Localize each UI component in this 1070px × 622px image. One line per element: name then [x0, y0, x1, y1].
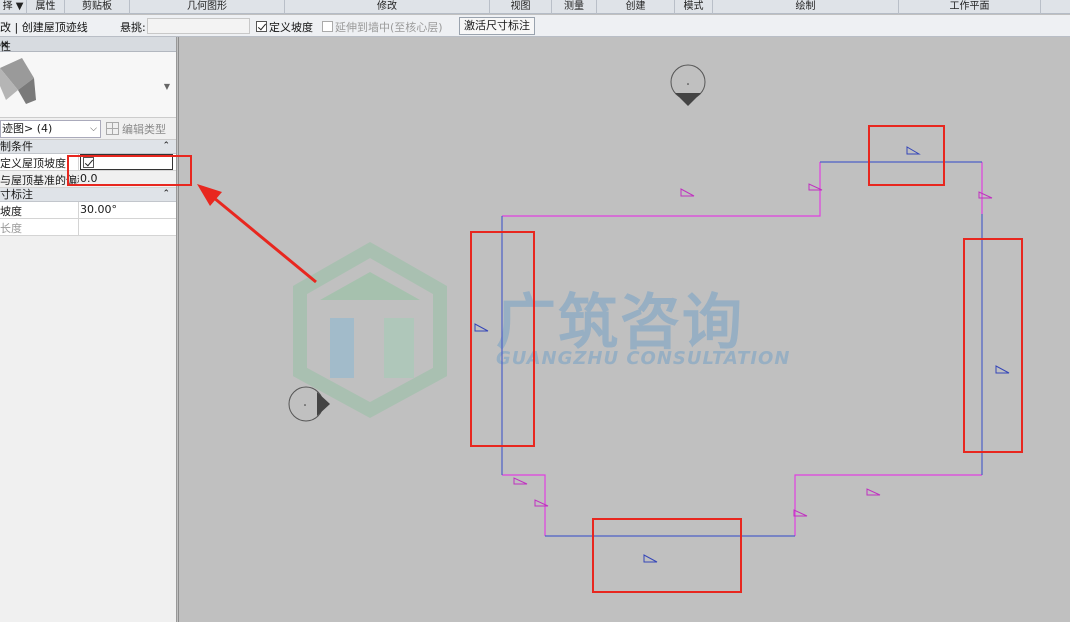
red-arrow-icon — [197, 184, 317, 284]
highlight-right — [963, 238, 1023, 453]
elevation-marker-icon[interactable] — [288, 386, 330, 422]
slope-symbol-icon[interactable] — [995, 365, 1010, 374]
slope-symbol-icon[interactable] — [978, 191, 993, 199]
slope-symbol-icon[interactable] — [534, 499, 549, 507]
highlight-define-slope — [67, 155, 192, 186]
roof-sketch-lines-blue[interactable] — [501, 161, 983, 537]
slope-symbol-icon[interactable] — [680, 188, 695, 197]
elevation-marker-icon[interactable] — [670, 64, 706, 106]
highlight-top — [868, 125, 945, 186]
slope-symbol-icon[interactable] — [643, 554, 658, 563]
slope-symbol-icon[interactable] — [474, 323, 489, 332]
slope-symbol-icon[interactable] — [906, 146, 921, 155]
slope-symbol-icon[interactable] — [866, 488, 881, 496]
slope-symbol-icon[interactable] — [793, 509, 808, 517]
roof-sketch-lines-magenta[interactable] — [502, 162, 983, 536]
sketch-overlay — [67, 64, 1023, 593]
highlight-bottom — [592, 518, 742, 593]
slope-symbol-icon[interactable] — [513, 477, 528, 485]
